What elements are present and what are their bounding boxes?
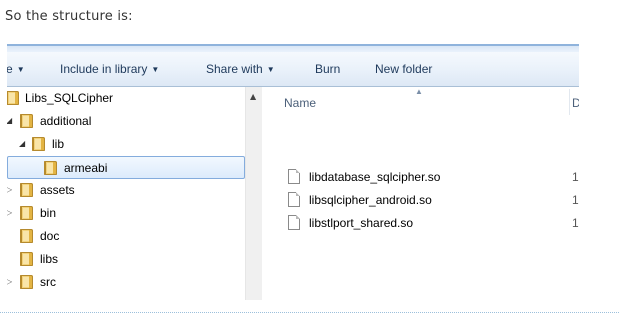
file-icon	[288, 169, 300, 184]
include-in-library-label: Include in library	[60, 62, 148, 76]
file-list-pane: ▲ Name D libdatabase_sqlcipher.so 1. lib…	[262, 87, 579, 300]
expander-icon[interactable]: ▷	[7, 208, 12, 218]
folder-icon	[32, 137, 45, 151]
file-date: 1.	[572, 216, 579, 230]
expander-icon[interactable]: ◢	[7, 116, 12, 126]
nav-item-src[interactable]: ▷ src	[7, 271, 245, 294]
folder-icon	[7, 91, 19, 105]
explorer-window: e ▼ Include in library ▼ Share with ▼ Burn …	[7, 44, 579, 300]
intro-text: So the structure is:	[5, 9, 133, 24]
file-date: 1.	[572, 170, 579, 184]
nav-item-label: lib	[52, 137, 65, 151]
nav-item-lib[interactable]: ◢ lib	[7, 133, 245, 156]
nav-item-label: src	[40, 275, 56, 289]
share-with-button[interactable]: Share with ▼	[206, 62, 275, 76]
nav-item-label: bin	[40, 206, 57, 220]
file-name: libdatabase_sqlcipher.so	[309, 170, 441, 184]
file-icon	[288, 215, 300, 230]
command-bar: e ▼ Include in library ▼ Share with ▼ Burn …	[7, 52, 579, 87]
nav-item-label: additional	[40, 114, 92, 128]
nav-item-additional[interactable]: ◢ additional	[7, 110, 245, 133]
file-name: libsqlcipher_android.so	[309, 193, 432, 207]
column-header-row: ▲ Name D	[262, 87, 579, 117]
file-icon	[288, 192, 300, 207]
nav-item-label: libs	[40, 252, 59, 266]
nav-item-libs[interactable]: libs	[7, 248, 245, 271]
nav-scrollbar[interactable]: ▲	[245, 87, 262, 300]
folder-icon	[20, 252, 33, 266]
dotted-divider	[0, 312, 619, 313]
dropdown-arrow-icon: ▼	[151, 65, 160, 74]
expander-icon[interactable]: ◢	[19, 139, 25, 149]
cut-off-menu-button[interactable]: e ▼	[7, 62, 25, 76]
sort-ascending-icon: ▲	[415, 87, 423, 96]
column-header-date[interactable]: D	[572, 96, 579, 110]
nav-item-label: armeabi	[64, 161, 108, 175]
file-name: libstlport_shared.so	[309, 216, 414, 230]
window-top-strip	[7, 44, 579, 52]
burn-button[interactable]: Burn	[315, 62, 340, 76]
expander-icon[interactable]: ▷	[7, 185, 12, 195]
nav-item-label: doc	[40, 229, 60, 243]
folder-icon	[20, 229, 33, 243]
nav-item-assets[interactable]: ▷ assets	[7, 179, 245, 202]
file-row[interactable]: libstlport_shared.so 1.	[262, 212, 579, 234]
folder-icon	[20, 183, 33, 197]
dropdown-arrow-icon: ▼	[266, 65, 275, 74]
navigation-pane: Libs_SQLCipher ◢ additional ◢ lib armeab…	[7, 87, 245, 300]
folder-icon	[44, 161, 57, 175]
nav-item-libs-sqlcipher[interactable]: Libs_SQLCipher	[7, 87, 245, 110]
expander-icon[interactable]: ▷	[7, 277, 12, 287]
cut-off-menu-label: e	[7, 62, 13, 76]
file-row[interactable]: libdatabase_sqlcipher.so 1.	[262, 166, 579, 188]
file-date: 1.	[572, 193, 579, 207]
nav-item-armeabi[interactable]: armeabi	[7, 156, 245, 179]
include-in-library-button[interactable]: Include in library ▼	[60, 62, 159, 76]
dropdown-arrow-icon: ▼	[16, 65, 25, 74]
scroll-up-arrow-icon[interactable]: ▲	[250, 93, 256, 101]
share-with-label: Share with	[206, 62, 263, 76]
folder-icon	[20, 206, 33, 220]
folder-icon	[20, 275, 33, 289]
column-header-name[interactable]: Name	[284, 96, 316, 110]
nav-item-doc[interactable]: doc	[7, 225, 245, 248]
nav-item-bin[interactable]: ▷ bin	[7, 202, 245, 225]
nav-item-label: Libs_SQLCipher	[25, 91, 114, 105]
folder-icon	[20, 114, 33, 128]
column-separator[interactable]	[569, 89, 570, 115]
new-folder-button[interactable]: New folder	[375, 62, 432, 76]
file-row[interactable]: libsqlcipher_android.so 1.	[262, 189, 579, 211]
nav-item-label: assets	[40, 183, 75, 197]
